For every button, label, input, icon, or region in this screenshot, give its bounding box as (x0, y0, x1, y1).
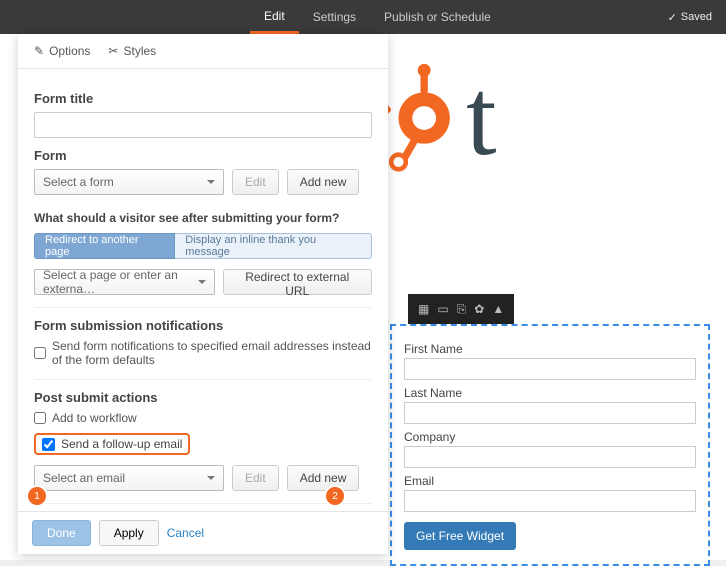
editor-panel: ✎ Options ✂ Styles Form title Form Selec… (18, 34, 388, 554)
email-input[interactable] (404, 490, 696, 512)
scissors-icon: ✂ (108, 44, 118, 58)
cancel-link[interactable]: Cancel (167, 526, 204, 540)
followup-checkbox[interactable] (42, 438, 55, 451)
post-submit-segment: Redirect to another page Display an inli… (34, 233, 372, 259)
form-addnew-button[interactable]: Add new (287, 169, 360, 195)
field-label-company: Company (404, 430, 696, 444)
first-name-input[interactable] (404, 358, 696, 380)
saved-label: Saved (681, 11, 712, 23)
copy-icon[interactable]: ⎘ (457, 302, 467, 317)
form-preview[interactable]: ▦ ▭ ⎘ ✿ ▲ First Name Last Name Company E… (390, 324, 710, 566)
followup-highlight: Send a follow-up email (34, 433, 190, 455)
last-name-input[interactable] (404, 402, 696, 424)
notifications-check-label: Send form notifications to specified ema… (52, 339, 372, 367)
form-edit-button[interactable]: Edit (232, 169, 279, 195)
field-label-email: Email (404, 474, 696, 488)
tab-publish[interactable]: Publish or Schedule (370, 0, 505, 34)
post-submit-question: What should a visitor see after submitti… (34, 211, 372, 225)
notifications-check-row[interactable]: Send form notifications to specified ema… (34, 339, 372, 367)
form-label: Form (34, 148, 372, 163)
form-select[interactable]: Select a form (34, 169, 224, 195)
badge-2: 2 (326, 487, 344, 505)
pencil-icon: ✎ (34, 44, 44, 58)
top-nav: Edit Settings Publish or Schedule ✓ Save… (0, 0, 726, 34)
email-addnew-button[interactable]: Add new (287, 465, 360, 491)
page-icon[interactable]: ▭ (437, 302, 448, 316)
panel-tab-options-label: Options (49, 44, 90, 58)
cta-button[interactable]: Get Free Widget (404, 522, 516, 550)
redirect-external-button[interactable]: Redirect to external URL (223, 269, 373, 295)
panel-tabs: ✎ Options ✂ Styles (18, 34, 388, 69)
post-actions-label: Post submit actions (34, 390, 372, 405)
panel-tab-styles[interactable]: ✂ Styles (108, 44, 156, 58)
user-icon[interactable]: ▲ (492, 302, 504, 316)
logo-letter: t (466, 54, 497, 181)
seg-inline-message[interactable]: Display an inline thank you message (175, 233, 372, 259)
panel-body: Form title Form Select a form Edit Add n… (18, 69, 388, 511)
email-select[interactable]: Select an email (34, 465, 224, 491)
apply-button[interactable]: Apply (99, 520, 159, 546)
done-button[interactable]: Done (32, 520, 91, 546)
company-input[interactable] (404, 446, 696, 468)
preview-toolbar[interactable]: ▦ ▭ ⎘ ✿ ▲ (408, 294, 514, 324)
notifications-label: Form submission notifications (34, 318, 372, 333)
workflow-checkbox[interactable] (34, 412, 46, 424)
tab-settings[interactable]: Settings (299, 0, 370, 34)
form-title-label: Form title (34, 91, 372, 106)
badge-1: 1 (28, 487, 46, 505)
field-label-firstname: First Name (404, 342, 696, 356)
gear-icon[interactable]: ✿ (474, 302, 484, 316)
redirect-page-select[interactable]: Select a page or enter an externa… (34, 269, 215, 295)
followup-check-label: Send a follow-up email (61, 437, 182, 451)
panel-footer: Done Apply Cancel (18, 511, 388, 554)
image-icon[interactable]: ▦ (418, 302, 429, 316)
panel-tab-options[interactable]: ✎ Options (34, 44, 90, 58)
form-title-input[interactable] (34, 112, 372, 138)
seg-redirect[interactable]: Redirect to another page (34, 233, 175, 259)
tab-edit[interactable]: Edit (250, 0, 299, 34)
check-icon: ✓ (668, 11, 677, 24)
panel-tab-styles-label: Styles (123, 44, 156, 58)
workflow-check-row[interactable]: Add to workflow (34, 411, 372, 425)
field-label-lastname: Last Name (404, 386, 696, 400)
saved-indicator: ✓ Saved (668, 0, 712, 34)
workflow-check-label: Add to workflow (52, 411, 137, 425)
email-edit-button[interactable]: Edit (232, 465, 279, 491)
notifications-checkbox[interactable] (34, 347, 46, 359)
